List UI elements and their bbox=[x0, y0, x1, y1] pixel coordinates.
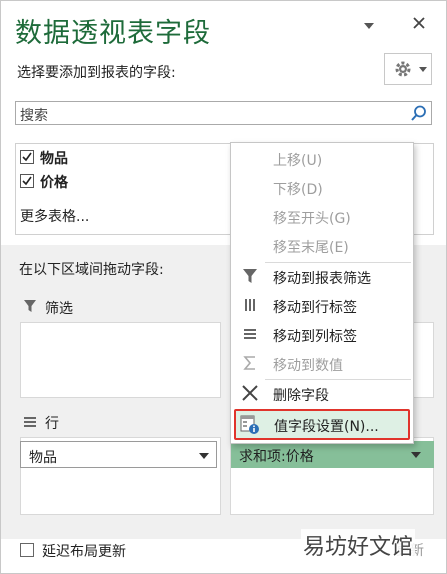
columns-icon bbox=[244, 329, 256, 339]
value-field-settings-label: 值字段设置(N)... bbox=[274, 419, 379, 435]
search-input[interactable]: 搜索 bbox=[15, 101, 432, 125]
defer-update-checkbox[interactable] bbox=[20, 543, 34, 557]
menu-item-move-to-values[interactable]: 移动到数值 bbox=[231, 351, 413, 375]
search-placeholder: 搜索 bbox=[20, 108, 48, 124]
rows-icon bbox=[245, 299, 255, 311]
pivot-field-pane: 数据透视表字段 选择要添加到报表的字段: 搜索 物品 价格 更多表格... 在以… bbox=[0, 0, 447, 574]
drag-fields-label: 在以下区域间拖动字段: bbox=[19, 262, 164, 278]
menu-item-move-to-column-labels[interactable]: 移动到列标签 bbox=[231, 322, 413, 346]
field-checkbox-price[interactable] bbox=[20, 174, 34, 188]
row-field-chip[interactable]: 物品 bbox=[20, 441, 217, 468]
chevron-down-icon bbox=[364, 23, 374, 29]
menu-item-value-field-settings[interactable]: 值字段设置(N)... bbox=[234, 409, 410, 440]
field-label-item[interactable]: 物品 bbox=[40, 148, 68, 168]
pane-title: 数据透视表字段 bbox=[15, 18, 211, 49]
rows-icon bbox=[24, 417, 36, 427]
filter-area-label: 筛选 bbox=[45, 301, 73, 317]
value-settings-icon bbox=[240, 415, 259, 434]
chevron-down-icon bbox=[199, 453, 209, 459]
more-tables-link[interactable]: 更多表格... bbox=[20, 206, 89, 226]
value-field-label: 求和项:价格 bbox=[239, 449, 314, 465]
sigma-icon bbox=[243, 356, 255, 370]
gear-icon bbox=[395, 61, 411, 77]
checkmark-icon bbox=[22, 152, 32, 162]
defer-update-label: 延迟布局更新 bbox=[42, 544, 126, 560]
close-pane-button[interactable] bbox=[407, 15, 431, 36]
rows-area-label: 行 bbox=[45, 416, 59, 432]
chevron-down-icon bbox=[419, 67, 427, 72]
menu-item-move-to-end[interactable]: 移至末尾(E) bbox=[231, 233, 413, 257]
menu-item-move-down[interactable]: 下移(D) bbox=[231, 175, 413, 199]
filter-area[interactable] bbox=[20, 322, 221, 398]
chevron-down-icon bbox=[411, 452, 421, 458]
value-field-chip[interactable]: 求和项:价格 bbox=[231, 441, 434, 468]
close-icon bbox=[413, 17, 425, 29]
filter-icon bbox=[243, 269, 257, 283]
search-icon[interactable] bbox=[410, 104, 428, 122]
menu-item-move-to-beginning[interactable]: 移至开头(G) bbox=[231, 204, 413, 228]
menu-separator bbox=[265, 379, 411, 380]
menu-item-remove-field[interactable]: 删除字段 bbox=[231, 381, 413, 405]
menu-item-move-to-row-labels[interactable]: 移动到行标签 bbox=[231, 293, 413, 317]
menu-separator bbox=[265, 262, 411, 263]
field-context-menu: 上移(U) 下移(D) 移至开头(G) 移至末尾(E) 移动到报表筛选 移动到行… bbox=[230, 142, 414, 444]
pane-options-dropdown[interactable] bbox=[357, 15, 381, 36]
row-field-label: 物品 bbox=[29, 450, 57, 466]
field-checkbox-item[interactable] bbox=[20, 150, 34, 164]
delete-icon bbox=[242, 385, 258, 401]
watermark-text: 易坊好文馆 bbox=[301, 529, 416, 561]
tools-button[interactable] bbox=[384, 53, 432, 85]
field-label-price[interactable]: 价格 bbox=[40, 172, 68, 192]
filter-icon bbox=[24, 300, 36, 312]
menu-item-move-up[interactable]: 上移(U) bbox=[231, 146, 413, 170]
menu-item-move-to-report-filter[interactable]: 移动到报表筛选 bbox=[231, 264, 413, 288]
chooser-label: 选择要添加到报表的字段: bbox=[17, 65, 176, 81]
checkmark-icon bbox=[22, 176, 32, 186]
